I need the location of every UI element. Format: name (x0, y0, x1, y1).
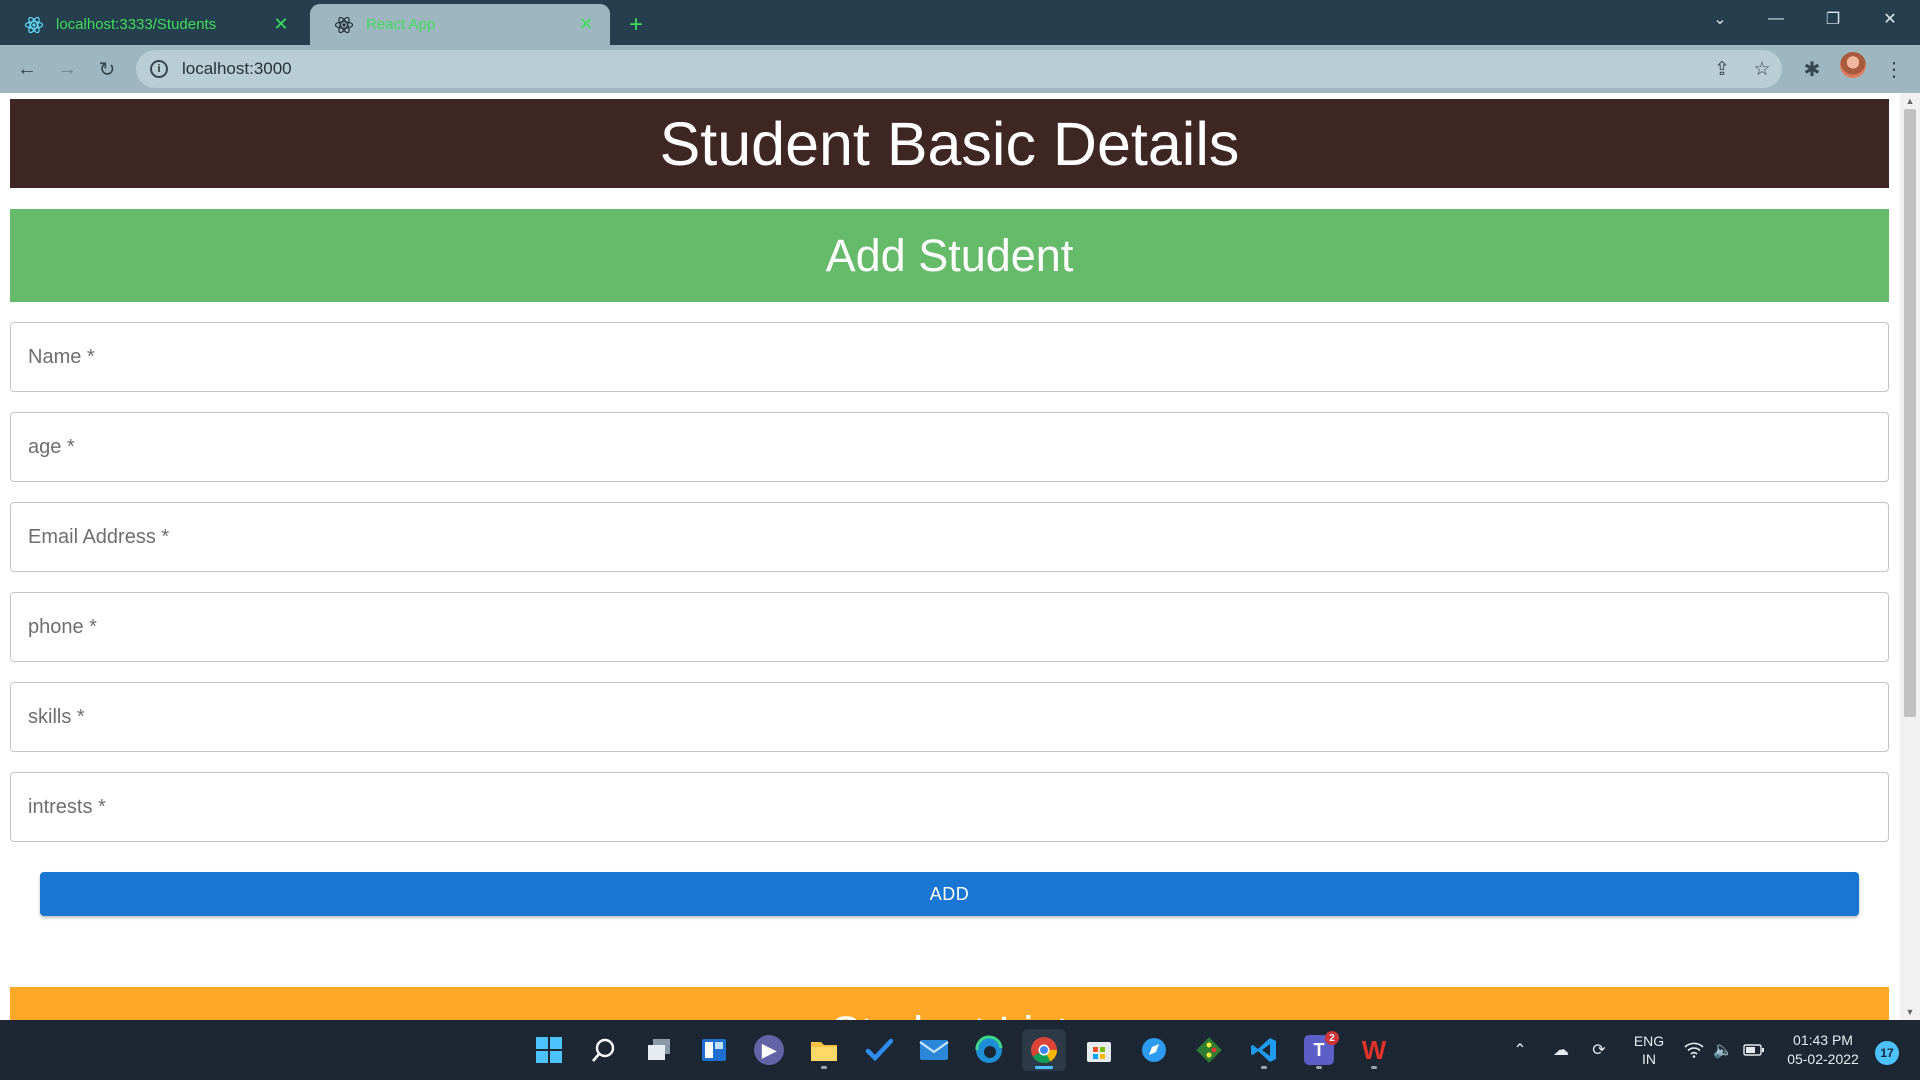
widgets-icon[interactable] (692, 1029, 736, 1071)
tab-react-app[interactable]: React App ✕ (310, 4, 610, 45)
name-field[interactable] (10, 322, 1889, 392)
search-icon[interactable] (582, 1029, 626, 1071)
interests-field[interactable] (10, 772, 1889, 842)
close-tab-icon[interactable]: ✕ (271, 14, 291, 35)
page-title: Student Basic Details (10, 99, 1889, 188)
close-window-icon[interactable]: ✕ (1862, 0, 1918, 38)
microsoft-store-icon[interactable] (1077, 1029, 1121, 1071)
student-list-heading: Student List (10, 987, 1889, 1020)
menu-kebab-icon[interactable]: ⋮ (1876, 51, 1912, 87)
running-indicator (1316, 1066, 1322, 1069)
browser-tab-strip: localhost:3333/Students ✕ React App ✕ + … (0, 0, 1920, 45)
todo-icon[interactable] (857, 1029, 901, 1071)
running-indicator (821, 1066, 827, 1069)
active-indicator (1035, 1066, 1053, 1069)
back-icon[interactable]: ← (9, 51, 45, 87)
react-icon (334, 15, 354, 35)
language-region: IN (1642, 1051, 1656, 1067)
safari-icon[interactable] (1132, 1029, 1176, 1071)
scrollbar-thumb[interactable] (1904, 109, 1916, 717)
reload-icon[interactable]: ↻ (89, 51, 125, 87)
edge-icon[interactable] (967, 1029, 1011, 1071)
task-view-icon[interactable] (637, 1029, 681, 1071)
time-text: 01:43 PM (1793, 1032, 1853, 1048)
teams-icon[interactable]: T 2 (1297, 1029, 1341, 1071)
file-explorer-icon[interactable] (802, 1029, 846, 1071)
teams-badge: 2 (1325, 1031, 1339, 1045)
restore-icon[interactable]: ❐ (1805, 0, 1861, 38)
url-text[interactable]: localhost:3000 (182, 59, 1702, 79)
site-info-icon[interactable]: i (150, 60, 168, 78)
age-input[interactable] (11, 413, 1888, 481)
chrome-icon[interactable] (1022, 1029, 1066, 1071)
bookmark-star-icon[interactable]: ☆ (1742, 50, 1782, 88)
skills-field[interactable] (10, 682, 1889, 752)
interests-input[interactable] (11, 773, 1888, 841)
volume-icon[interactable]: 🔈 (1710, 1020, 1736, 1080)
vscode-icon[interactable] (1242, 1029, 1286, 1071)
new-tab-button[interactable]: + (622, 4, 650, 45)
tab-title: React App (366, 16, 436, 33)
wifi-icon[interactable] (1682, 1020, 1706, 1080)
scroll-up-arrow-icon[interactable]: ▲ (1900, 93, 1920, 109)
battery-icon[interactable] (1740, 1020, 1768, 1080)
teams-chat-icon[interactable]: ▶ (747, 1029, 791, 1071)
running-indicator (1261, 1066, 1267, 1069)
add-button[interactable]: ADD (40, 872, 1859, 916)
git-icon[interactable] (1187, 1029, 1231, 1071)
windows-start-icon[interactable] (527, 1029, 571, 1071)
browser-toolbar: ← → ↻ i localhost:3000 ⇪ ☆ ✱ ⋮ (0, 45, 1920, 93)
email-field[interactable] (10, 502, 1889, 572)
onedrive-cloud-icon[interactable]: ☁ (1546, 1020, 1576, 1080)
tab-search-icon[interactable]: ⌄ (1692, 0, 1748, 38)
phone-input[interactable] (11, 593, 1888, 661)
forward-icon[interactable]: → (49, 51, 85, 87)
address-bar[interactable]: i localhost:3000 ⇪ ☆ (136, 50, 1782, 88)
language-indicator[interactable]: ENG IN (1624, 1020, 1674, 1080)
notification-count-badge[interactable]: 17 (1875, 1041, 1899, 1065)
profile-avatar[interactable] (1840, 52, 1866, 78)
windows-taskbar: ▶ T 2 W ⌃ ☁ ⟳ ENG IN 🔈 01:43 PM 05-02-20… (0, 1020, 1920, 1080)
mail-icon[interactable] (912, 1029, 956, 1071)
vertical-scrollbar[interactable]: ▲ ▼ (1900, 93, 1920, 1020)
date-text: 05-02-2022 (1787, 1051, 1859, 1067)
wps-office-icon[interactable]: W (1352, 1029, 1396, 1071)
clock[interactable]: 01:43 PM 05-02-2022 (1776, 1020, 1870, 1080)
minimize-icon[interactable]: — (1748, 0, 1804, 38)
sync-icon[interactable]: ⟳ (1586, 1020, 1612, 1080)
page-viewport: Student Basic Details Add Student ADD St… (0, 93, 1920, 1020)
add-student-heading: Add Student (10, 209, 1889, 302)
close-tab-icon[interactable]: ✕ (576, 14, 596, 35)
tab-students[interactable]: localhost:3333/Students ✕ (0, 4, 305, 45)
language-code: ENG (1633, 1033, 1665, 1049)
react-icon (24, 15, 44, 35)
phone-field[interactable] (10, 592, 1889, 662)
email-input[interactable] (11, 503, 1888, 571)
name-input[interactable] (11, 323, 1888, 391)
extensions-icon[interactable]: ✱ (1794, 51, 1830, 87)
tab-title: localhost:3333/Students (56, 16, 217, 33)
running-indicator (1371, 1066, 1377, 1069)
scroll-down-arrow-icon[interactable]: ▼ (1900, 1004, 1920, 1020)
show-hidden-icons-icon[interactable]: ⌃ (1508, 1020, 1532, 1080)
share-icon[interactable]: ⇪ (1702, 50, 1742, 88)
age-field[interactable] (10, 412, 1889, 482)
skills-input[interactable] (11, 683, 1888, 751)
